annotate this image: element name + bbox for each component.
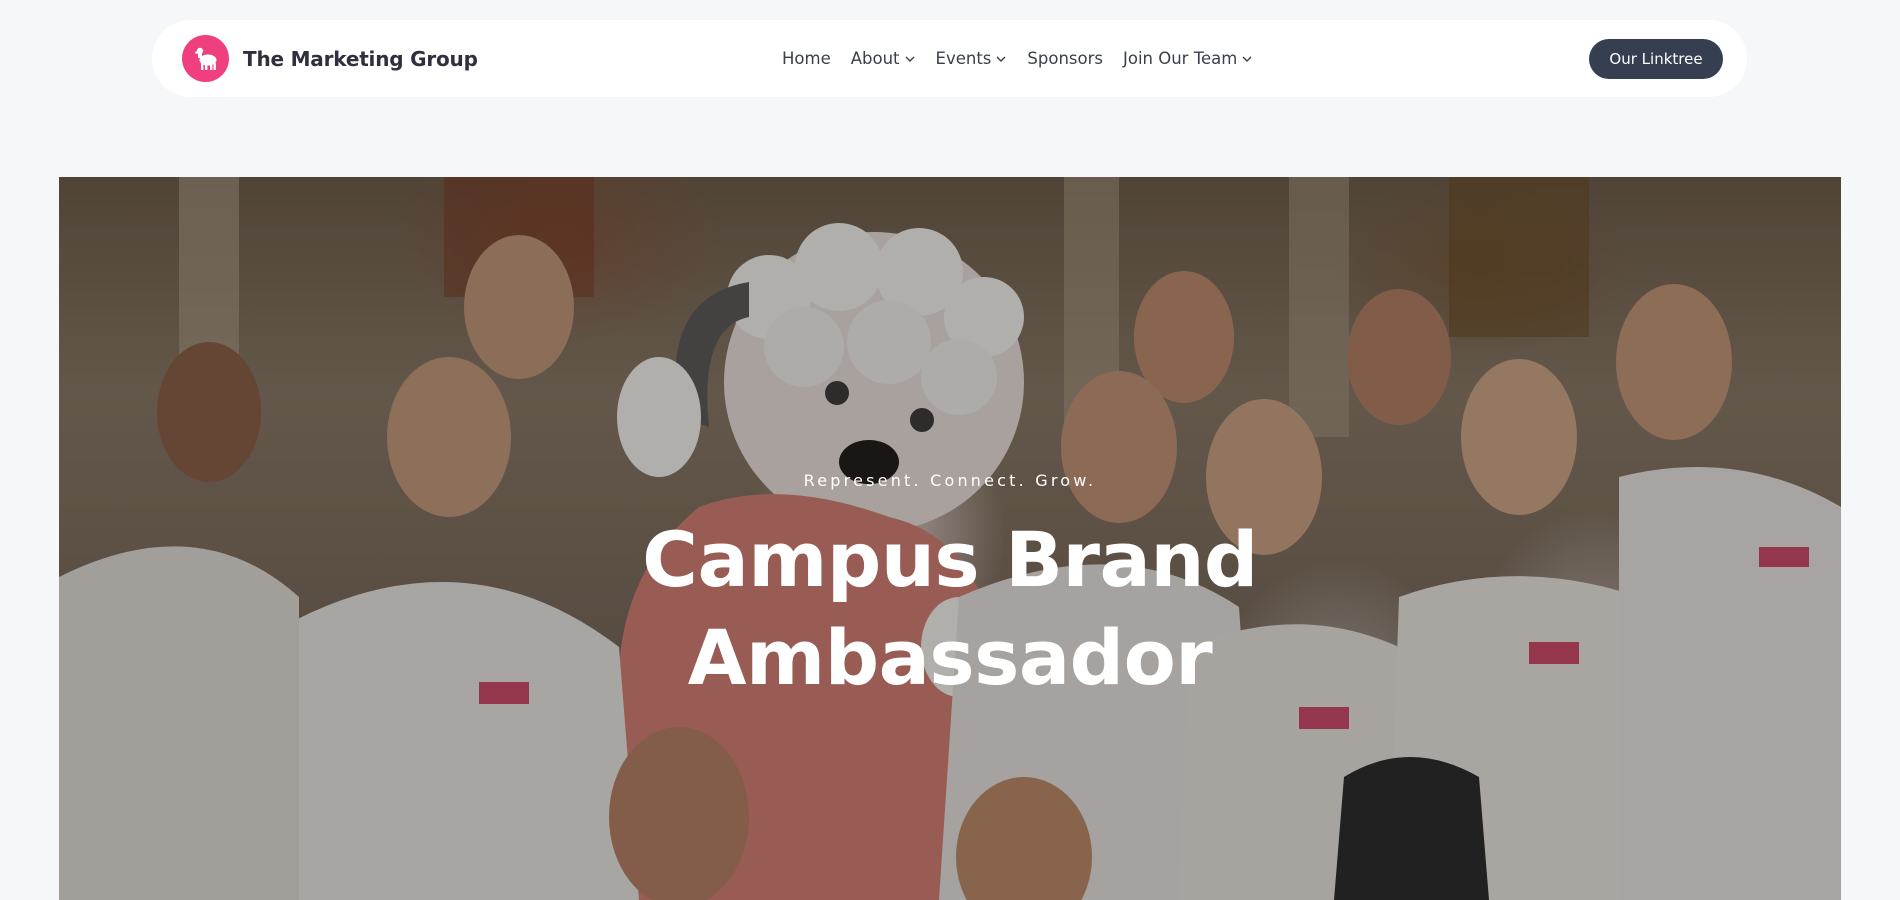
hero-content: Represent. Connect. Grow. Campus Brand A… xyxy=(59,177,1841,900)
linktree-button[interactable]: Our Linktree xyxy=(1589,39,1723,79)
hero-title-line-2: Ambassador xyxy=(687,613,1213,702)
hero-title-line-1: Campus Brand xyxy=(642,515,1258,604)
main-nav: Home About Events Sponsors Join Our Team xyxy=(782,20,1253,97)
nav-item-label: Sponsors xyxy=(1027,49,1103,68)
nav-item-about[interactable]: About xyxy=(851,49,916,68)
brand-link[interactable]: The Marketing Group xyxy=(182,35,478,82)
chevron-down-icon xyxy=(1241,53,1253,65)
hero-title: Campus Brand Ambassador xyxy=(59,511,1841,707)
chevron-down-icon xyxy=(904,53,916,65)
hero-banner: Represent. Connect. Grow. Campus Brand A… xyxy=(59,177,1841,900)
nav-item-label: Events xyxy=(935,49,992,68)
nav-item-label: Home xyxy=(782,49,831,68)
nav-item-label: Join Our Team xyxy=(1122,49,1238,68)
hero-tagline: Represent. Connect. Grow. xyxy=(803,471,1097,490)
navbar: The Marketing Group Home About Events Sp… xyxy=(152,20,1747,97)
nav-item-home[interactable]: Home xyxy=(782,49,831,68)
nav-item-sponsors[interactable]: Sponsors xyxy=(1027,49,1103,68)
lamb-icon xyxy=(182,35,229,82)
nav-item-events[interactable]: Events xyxy=(936,49,1008,68)
brand-name: The Marketing Group xyxy=(243,46,478,71)
nav-item-join-our-team[interactable]: Join Our Team xyxy=(1123,49,1253,68)
nav-item-label: About xyxy=(850,49,900,68)
chevron-down-icon xyxy=(995,53,1007,65)
